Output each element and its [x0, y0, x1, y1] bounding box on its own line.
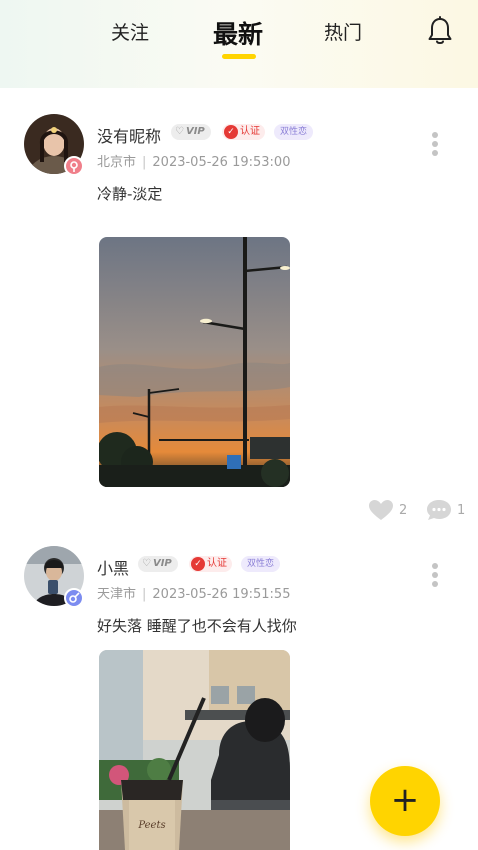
- user-gender-badge: [64, 156, 84, 176]
- post-text: 好失落 睡醒了也不会有人找你: [97, 617, 297, 635]
- bell-icon[interactable]: [427, 16, 453, 46]
- post-timestamp: 2023-05-26 19:51:55: [152, 587, 291, 602]
- more-options-icon[interactable]: [431, 132, 439, 160]
- plus-icon: +: [390, 780, 420, 820]
- active-tab-indicator: [222, 54, 256, 59]
- certified-badge: ✓ 认证: [189, 556, 232, 572]
- diamond-heart-icon: ♡: [142, 558, 151, 569]
- post-text: 冷静-淡定: [97, 185, 163, 203]
- post-actions: 2 1: [0, 498, 478, 524]
- check-icon: ✓: [224, 125, 238, 139]
- username[interactable]: 没有昵称: [97, 123, 161, 147]
- comment-icon[interactable]: [425, 498, 453, 522]
- meta-separator: |: [142, 155, 147, 170]
- diamond-heart-icon: ♡: [175, 126, 184, 137]
- post-meta: 北京市 | 2023-05-26 19:53:00: [97, 151, 290, 170]
- tab-latest[interactable]: 最新: [213, 15, 263, 51]
- post-meta: 天津市 | 2023-05-26 19:51:55: [97, 583, 290, 602]
- vip-badge: ♡ VIP: [171, 124, 211, 140]
- user-tag-badge: 双性恋: [274, 124, 314, 140]
- post-location: 天津市: [97, 587, 137, 602]
- post-location: 北京市: [97, 155, 137, 170]
- svg-text:Peets: Peets: [137, 820, 165, 831]
- post-image-sunset[interactable]: [99, 237, 290, 487]
- comment-count: 1: [457, 503, 466, 518]
- check-icon: ✓: [191, 557, 205, 571]
- tab-hot[interactable]: 热门: [324, 18, 362, 45]
- vip-badge: ♡ VIP: [138, 556, 178, 572]
- top-tab-bar: 关注 最新 热门: [0, 0, 478, 88]
- post-image-cafe[interactable]: Peets: [99, 650, 290, 850]
- heart-icon[interactable]: [367, 498, 395, 522]
- like-count: 2: [399, 503, 408, 518]
- create-post-button[interactable]: +: [370, 766, 440, 836]
- meta-separator: |: [142, 587, 147, 602]
- more-options-icon[interactable]: [431, 563, 439, 591]
- certified-badge: ✓ 认证: [222, 124, 265, 140]
- user-tag-badge: 双性恋: [241, 556, 281, 572]
- user-gender-badge: [64, 588, 84, 608]
- tab-follow[interactable]: 关注: [111, 18, 149, 45]
- post-timestamp: 2023-05-26 19:53:00: [152, 155, 291, 170]
- username[interactable]: 小黑: [97, 555, 129, 579]
